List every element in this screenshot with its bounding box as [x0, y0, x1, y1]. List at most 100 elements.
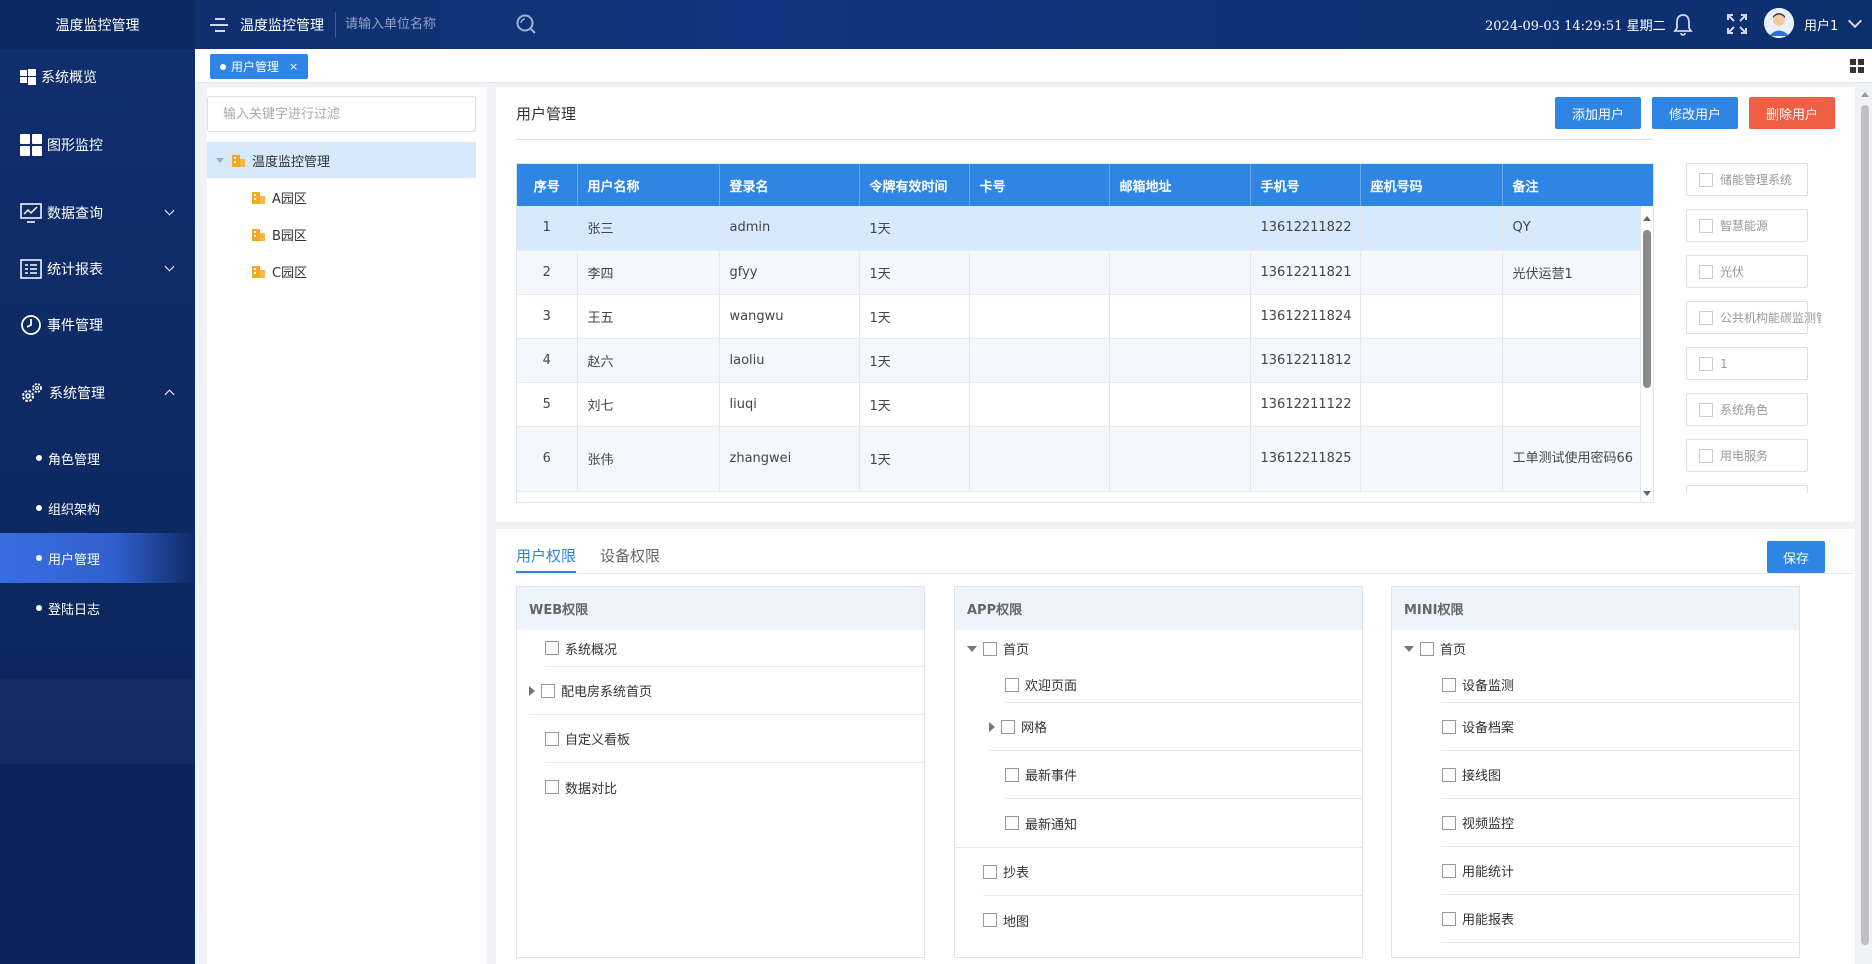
unit-search-input[interactable]: [345, 12, 495, 36]
sidebar-item-system[interactable]: 系统管理: [0, 373, 195, 413]
sidebar-subitem-org[interactable]: 组织架构: [0, 483, 195, 533]
role-checkbox[interactable]: 公共机构能碳监测管理: [1686, 301, 1821, 334]
sidebar-item-graphic-monitor[interactable]: 图形监控: [0, 125, 195, 165]
grid-menu-icon[interactable]: [1850, 59, 1864, 73]
caret-down-icon[interactable]: [967, 645, 977, 652]
checkbox-icon[interactable]: [1442, 815, 1456, 830]
save-button[interactable]: 保存: [1767, 541, 1825, 573]
checkbox-icon[interactable]: [1005, 816, 1019, 830]
checkbox-icon[interactable]: [1442, 863, 1456, 878]
perm-item[interactable]: 系统概况: [545, 630, 924, 667]
caret-down-icon[interactable]: [216, 157, 224, 163]
role-checkbox[interactable]: 智慧能源: [1686, 209, 1808, 242]
perm-item[interactable]: 自定义看板: [545, 715, 924, 763]
add-user-button[interactable]: 添加用户: [1555, 97, 1641, 129]
sidebar-subitem-users[interactable]: 用户管理: [0, 533, 195, 583]
fullscreen-icon[interactable]: [1726, 13, 1748, 35]
table-row[interactable]: 3 王五 wangwu 1天 13612211824: [517, 294, 1643, 339]
checkbox-icon[interactable]: [545, 641, 559, 655]
tree-filter-input[interactable]: [207, 96, 476, 132]
tab-device-permissions[interactable]: 设备权限: [600, 545, 660, 566]
search-icon[interactable]: [515, 13, 537, 35]
perm-item[interactable]: 首页: [1404, 630, 1799, 667]
table-row[interactable]: 4 赵六 laoliu 1天 13612211812: [517, 338, 1643, 383]
scroll-up-icon[interactable]: [1861, 92, 1869, 97]
perm-item[interactable]: 最新通知: [1005, 799, 1362, 847]
tab-user-management[interactable]: 用户管理 ×: [210, 54, 309, 79]
checkbox-icon[interactable]: [1699, 310, 1713, 325]
caret-right-icon[interactable]: [529, 685, 535, 696]
checkbox-icon[interactable]: [1699, 448, 1713, 463]
tab-user-permissions[interactable]: 用户权限: [516, 545, 577, 573]
user-avatar[interactable]: [1764, 8, 1794, 38]
delete-user-button[interactable]: 删除用户: [1749, 97, 1835, 129]
edit-user-button[interactable]: 修改用户: [1652, 97, 1738, 129]
sidebar-item-overview[interactable]: 系统概览: [0, 57, 195, 97]
tree-node-root[interactable]: 温度监控管理: [207, 142, 476, 178]
checkbox-icon[interactable]: [1699, 402, 1713, 417]
perm-item[interactable]: 抄表: [983, 848, 1362, 896]
checkbox-icon[interactable]: [1442, 911, 1456, 926]
tree-node-child[interactable]: C园区: [252, 253, 307, 289]
username-label[interactable]: 用户1: [1804, 15, 1838, 34]
scrollbar-thumb[interactable]: [1861, 105, 1869, 945]
table-row[interactable]: 1 张三 admin 1天 13612211822 QY: [517, 206, 1643, 251]
perm-item[interactable]: 设备档案: [1442, 703, 1799, 751]
checkbox-icon[interactable]: [1442, 719, 1456, 734]
perm-item[interactable]: 数据对比: [545, 763, 924, 811]
sidebar-item-data-query[interactable]: 数据查询: [0, 193, 195, 233]
scrollbar-thumb[interactable]: [1643, 230, 1651, 388]
checkbox-icon[interactable]: [545, 780, 559, 794]
checkbox-icon[interactable]: [1442, 677, 1456, 692]
checkbox-icon[interactable]: [983, 641, 997, 656]
checkbox-icon[interactable]: [1442, 767, 1456, 782]
perm-item[interactable]: 设备监测: [1442, 667, 1799, 703]
caret-down-icon[interactable]: [1404, 645, 1414, 652]
checkbox-icon[interactable]: [1699, 218, 1713, 233]
checkbox-icon[interactable]: [1699, 356, 1713, 371]
perm-item[interactable]: 最新事件: [1005, 751, 1362, 799]
bell-icon[interactable]: [1672, 12, 1694, 36]
role-checkbox[interactable]: [1686, 485, 1808, 493]
scroll-down-icon[interactable]: [1643, 491, 1651, 496]
sidebar-item-reports[interactable]: 统计报表: [0, 249, 195, 289]
role-checkbox[interactable]: 光伏: [1686, 255, 1808, 288]
perm-item[interactable]: 接线图: [1442, 751, 1799, 799]
perm-item[interactable]: 网格: [989, 703, 1362, 751]
checkbox-icon[interactable]: [983, 864, 997, 879]
table-scrollbar[interactable]: [1640, 164, 1653, 502]
role-checkbox[interactable]: 1: [1686, 347, 1808, 380]
role-checkbox[interactable]: 储能管理系统: [1686, 163, 1808, 196]
sidebar-subitem-login-log[interactable]: 登陆日志: [0, 583, 195, 633]
checkbox-icon[interactable]: [1420, 641, 1434, 656]
checkbox-icon[interactable]: [983, 913, 997, 927]
perm-item[interactable]: 地图: [983, 896, 1362, 944]
sidebar-subitem-roles[interactable]: 角色管理: [0, 433, 195, 483]
checkbox-icon[interactable]: [1699, 264, 1713, 279]
checkbox-icon[interactable]: [545, 731, 559, 746]
checkbox-icon[interactable]: [1699, 172, 1713, 187]
role-checkbox[interactable]: 系统角色: [1686, 393, 1808, 426]
role-checkbox[interactable]: 用电服务: [1686, 439, 1808, 472]
menu-toggle-icon[interactable]: [210, 14, 228, 34]
close-icon[interactable]: ×: [289, 60, 298, 73]
perm-item[interactable]: 用能报表: [1442, 895, 1799, 943]
scroll-up-icon[interactable]: [1643, 216, 1651, 221]
checkbox-icon[interactable]: [1005, 677, 1019, 692]
caret-right-icon[interactable]: [989, 721, 995, 732]
checkbox-icon[interactable]: [1001, 719, 1015, 734]
main-scrollbar[interactable]: [1858, 87, 1872, 964]
perm-item[interactable]: 用能统计: [1442, 847, 1799, 895]
checkbox-icon[interactable]: [541, 683, 555, 698]
table-row[interactable]: 2 李四 gfyy 1天 13612211821 光伏运营1: [517, 250, 1643, 295]
checkbox-icon[interactable]: [1005, 767, 1019, 782]
perm-item[interactable]: 首页: [967, 630, 1362, 667]
perm-item[interactable]: 视频监控: [1442, 799, 1799, 847]
sidebar-item-events[interactable]: 事件管理: [0, 305, 195, 345]
tree-node-child[interactable]: B园区: [252, 216, 307, 252]
tree-node-child[interactable]: A园区: [252, 179, 307, 215]
table-row[interactable]: 5 刘七 liuqi 1天 13612211122: [517, 382, 1643, 427]
perm-item[interactable]: 欢迎页面: [1005, 667, 1362, 703]
perm-item[interactable]: 配电房系统首页: [529, 667, 924, 715]
table-row[interactable]: 6 张伟 zhangwei 1天 13612211825 工单测试使用密码66: [517, 426, 1643, 492]
